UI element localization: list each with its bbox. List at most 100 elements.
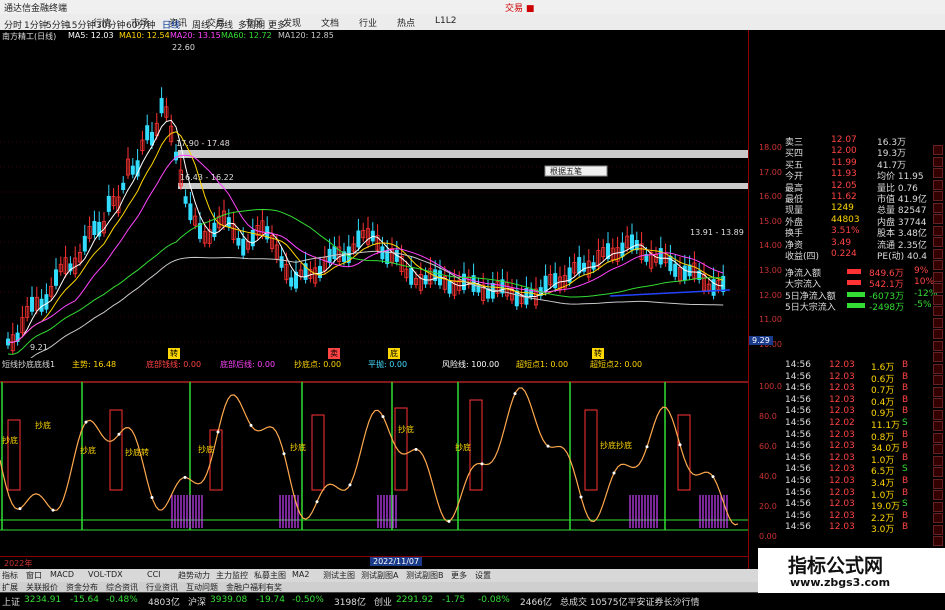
tick-volume: 1.6万 — [871, 363, 895, 373]
indicator-tab-3[interactable]: VOL-TDX — [88, 570, 123, 579]
side-tool-icon[interactable] — [933, 536, 943, 546]
side-tool-icon[interactable] — [933, 524, 943, 535]
side-tool-icon[interactable] — [933, 421, 943, 431]
side-tool-icon[interactable] — [933, 283, 943, 293]
tick-price: 12.03 — [829, 441, 855, 452]
side-tool-icon[interactable] — [933, 317, 943, 328]
tick-side: B — [902, 510, 909, 521]
side-tool-icon[interactable] — [933, 352, 943, 362]
candle-body — [380, 246, 385, 260]
side-tool-icon[interactable] — [933, 455, 943, 466]
candle-body — [241, 238, 246, 256]
oscillator-point — [546, 444, 550, 448]
oscillator-point — [18, 507, 22, 511]
side-tool-icon[interactable] — [933, 179, 943, 190]
side-tool-icon[interactable] — [933, 329, 943, 339]
index-amount-2: 2466亿 — [520, 598, 552, 608]
indicator-axis-label: 60.0 — [759, 442, 777, 451]
indicator-legend-2: 底部后线: 0.00 — [220, 360, 276, 369]
quote-value: 11.93 — [831, 169, 857, 180]
indicator-tab-12[interactable]: 更多 — [451, 570, 467, 581]
side-tool-icon[interactable] — [933, 386, 943, 397]
oscillator-point — [447, 519, 451, 523]
indicator-tab-6[interactable]: 主力监控 — [216, 570, 248, 581]
side-tool-icon[interactable] — [933, 202, 943, 213]
quote-value: 3.49 — [831, 237, 852, 248]
menu-item-7[interactable]: 行业 — [359, 16, 377, 29]
signal-text-4: 抄底 — [198, 444, 214, 454]
candle-body — [289, 277, 294, 287]
indicator-chart[interactable]: 抄底抄底抄底 抄底转 抄底 抄底抄底抄底 抄底抄底 — [0, 370, 748, 556]
trade-corner-button[interactable]: 交易 ■ — [505, 1, 534, 14]
side-tool-icon[interactable] — [933, 409, 943, 420]
tick-time: 14:56 — [785, 429, 811, 440]
indicator-tab-1[interactable]: 窗口 — [26, 570, 42, 581]
side-tool-icon[interactable] — [933, 398, 943, 408]
side-tool-icon[interactable] — [933, 294, 943, 305]
tick-volume: 1.0万 — [871, 455, 895, 466]
side-tool-icon[interactable] — [933, 363, 943, 374]
tick-price: 12.03 — [829, 464, 855, 475]
side-tool-icon[interactable] — [933, 478, 943, 489]
side-tool-icon[interactable] — [933, 145, 943, 155]
tick-side: B — [902, 383, 909, 394]
side-tool-icon[interactable] — [933, 490, 943, 500]
quote-value: 3.51% — [831, 226, 860, 237]
tick-price: 12.03 — [829, 499, 855, 510]
oscillator-point — [84, 420, 88, 424]
candle-body — [543, 275, 548, 292]
side-tool-icon[interactable] — [933, 432, 943, 443]
side-tool-icon[interactable] — [933, 375, 943, 385]
quote-value: 44803 — [831, 214, 860, 225]
indicator-tab-0[interactable]: 指标 — [2, 570, 18, 581]
side-tool-icon[interactable] — [933, 225, 943, 236]
side-tool-icon[interactable] — [933, 248, 943, 259]
menu-item-6[interactable]: 文档 — [321, 16, 339, 29]
side-tool-icon[interactable] — [933, 271, 943, 282]
kline-chart[interactable]: 22.60 17.90 - 17.48 16.43 - 16.22 13.91 - 1… — [0, 42, 748, 358]
price-tag: 9.29 — [749, 336, 773, 345]
candle-body — [577, 257, 582, 274]
indicator-tab-8[interactable]: MA2 — [292, 570, 309, 579]
tick-price: 12.03 — [829, 476, 855, 486]
index-amount-0: 4803亿 — [148, 598, 180, 608]
indicator-legend: 短线抄底底线1 主势: 16.48 底部钱线: 0.00 底部后线: 0.00 抄底点… — [0, 358, 748, 370]
signal-text-3: 抄底转 — [125, 447, 149, 457]
candle-body — [226, 217, 231, 228]
menu-item-8[interactable]: 热点 — [397, 16, 415, 29]
side-tool-icon[interactable] — [933, 501, 943, 512]
tick-price: 12.03 — [829, 452, 855, 463]
indicator-tab-5[interactable]: 趋势动力 — [178, 570, 210, 581]
tick-time: 14:56 — [785, 487, 811, 498]
tick-volume: 2.2万 — [871, 513, 895, 524]
index-label-2: 创业 — [374, 598, 393, 608]
side-tool-icon[interactable] — [933, 168, 943, 178]
menu-item-9[interactable]: L1L2 — [435, 16, 456, 26]
indicator-tab-2[interactable]: MACD — [50, 570, 74, 579]
indicator-tab-7[interactable]: 私募主图 — [254, 570, 286, 581]
tick-volume: 0.7万 — [871, 386, 895, 397]
side-tool-icon[interactable] — [933, 467, 943, 477]
quote-value: 11.99 — [831, 157, 857, 168]
side-tool-icon[interactable] — [933, 156, 943, 167]
indicator-tab-4[interactable]: CCI — [147, 570, 161, 579]
flow-pct: 10% — [914, 277, 935, 288]
indicator-tab-13[interactable]: 设置 — [475, 570, 491, 581]
side-tool-icon[interactable] — [933, 444, 943, 454]
indicator-tab-11[interactable]: 测试副图B — [406, 570, 444, 581]
side-tool-icon[interactable] — [933, 191, 943, 201]
side-tool-icon[interactable] — [933, 306, 943, 316]
flow-value: 542.1万 — [869, 280, 904, 291]
indicator-tab-9[interactable]: 测试主图 — [323, 570, 355, 581]
signal-text-1: 抄底 — [35, 420, 51, 430]
indicator-tab-10[interactable]: 测试副图A — [361, 570, 398, 581]
tick-price: 12.03 — [829, 406, 855, 417]
oscillator-point — [645, 445, 649, 449]
side-tool-icon[interactable] — [933, 513, 943, 523]
side-tool-icon[interactable] — [933, 214, 943, 224]
side-tool-icon[interactable] — [933, 340, 943, 351]
side-tool-icon[interactable] — [933, 237, 943, 247]
popup-label: 根据五笔 — [550, 166, 582, 176]
side-tool-icon[interactable] — [933, 260, 943, 270]
app-title: 通达信金融终端 — [4, 4, 68, 14]
